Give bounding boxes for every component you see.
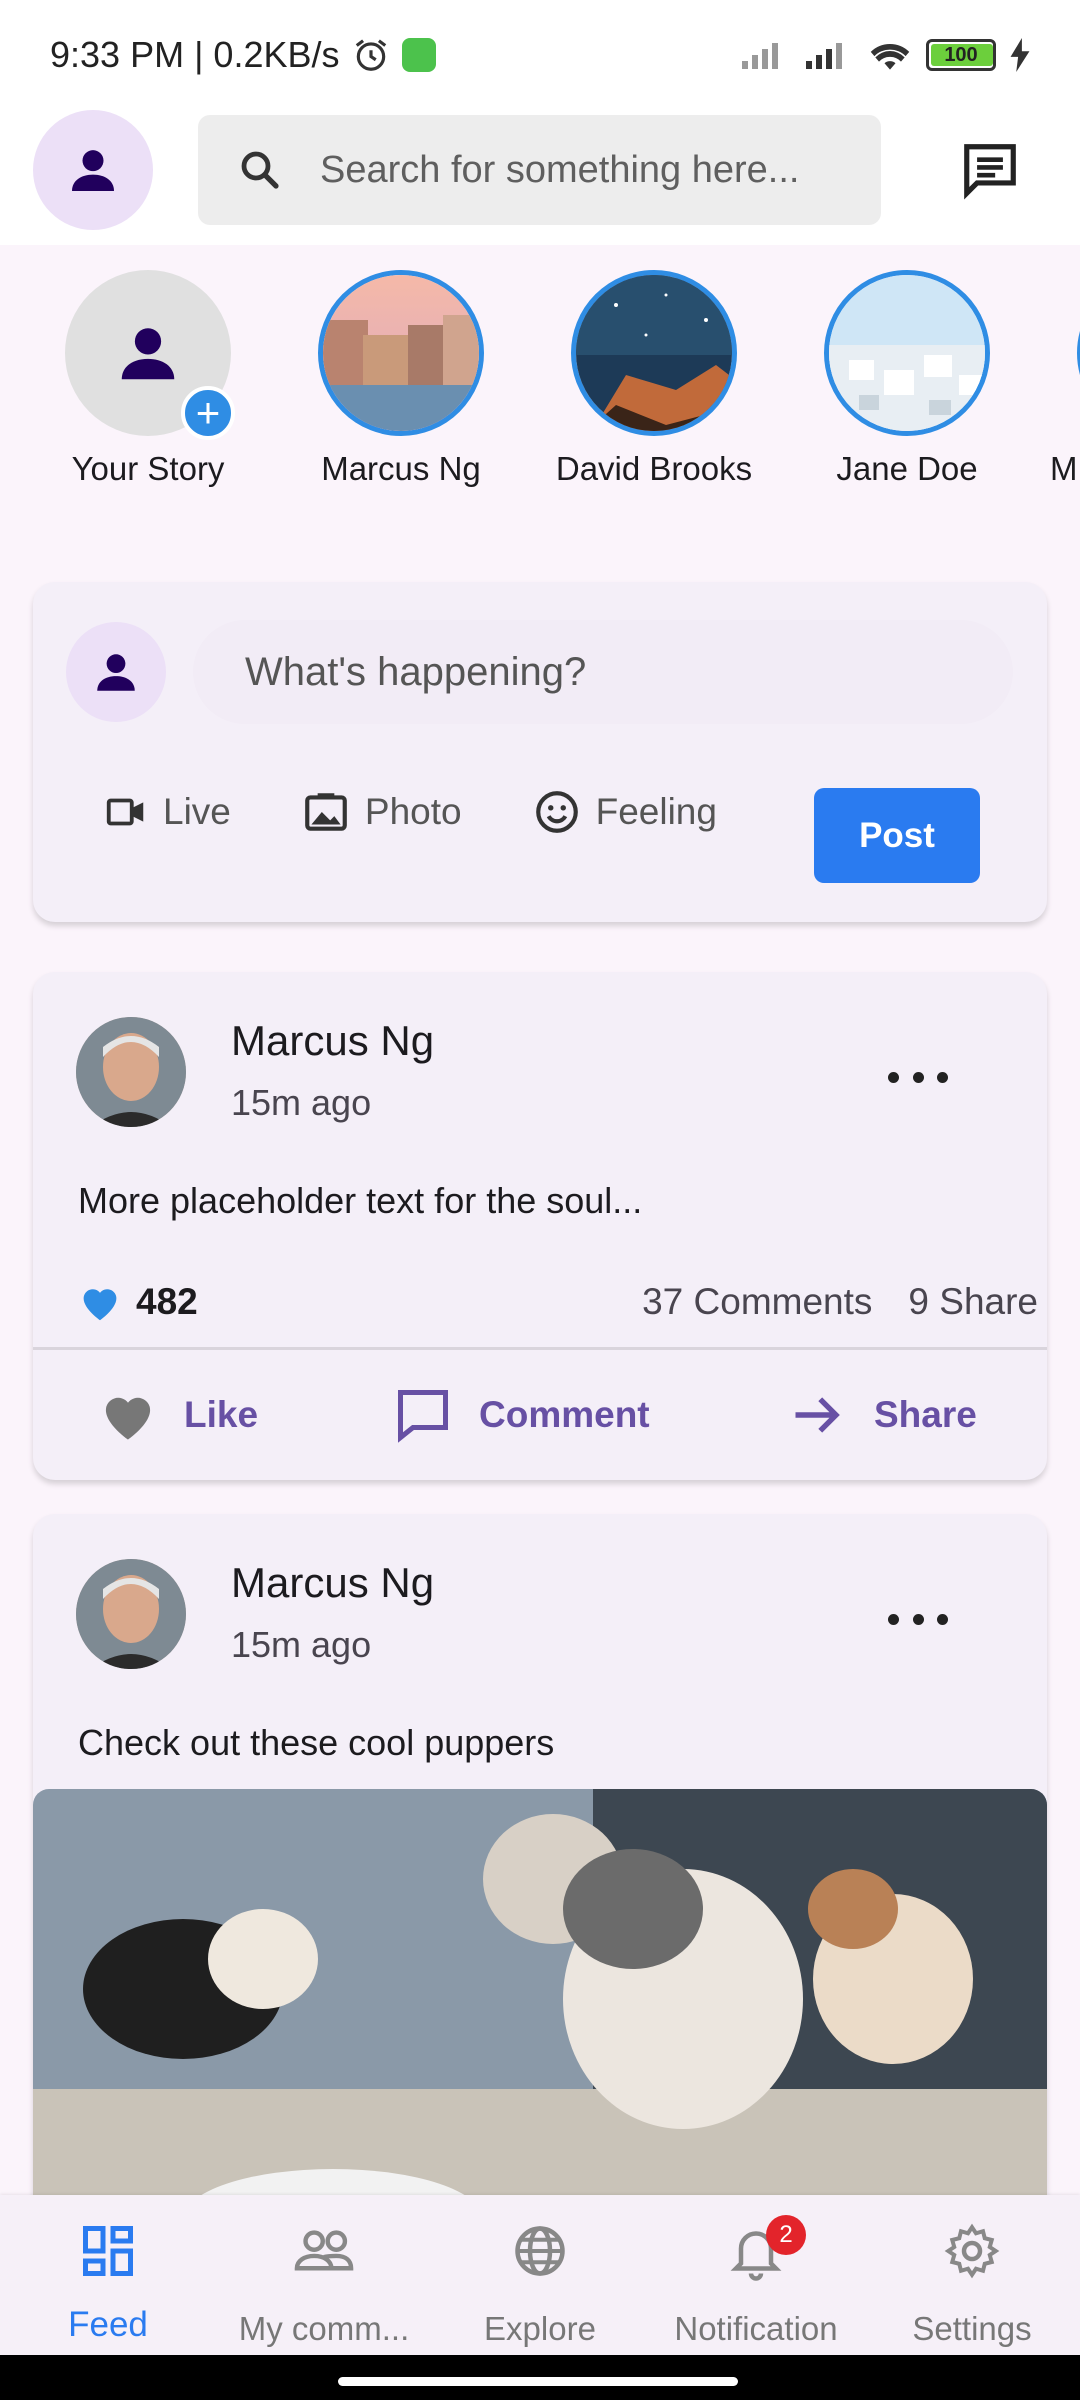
top-app-bar (0, 110, 1080, 245)
post-composer: What's happening? Live Photo Feeling Pos… (33, 582, 1047, 922)
people-icon (294, 2230, 354, 2271)
post-timestamp: 15m ago (231, 1082, 372, 1123)
arrow-right-icon (795, 1397, 840, 1433)
gear-icon (944, 2223, 1000, 2279)
composer-avatar (66, 622, 166, 722)
post-image[interactable] (33, 1789, 1047, 2219)
story-marcus-ng[interactable]: Marcus Ng (281, 270, 521, 488)
nav-label: My comm... (238, 2310, 410, 2347)
person-icon (121, 328, 175, 380)
live-label: Live (163, 791, 231, 832)
nav-notification[interactable]: 2 Notification (648, 2195, 864, 2355)
story-avatar (318, 270, 484, 436)
comment-label: Comment (479, 1394, 650, 1435)
live-button[interactable]: Live (103, 789, 231, 835)
signal-icon (742, 43, 778, 69)
story-your-story[interactable]: + Your Story (28, 270, 268, 488)
composer-input[interactable]: What's happening? (193, 620, 1013, 724)
more-options-icon[interactable] (888, 1604, 948, 1634)
share-button[interactable]: Share (788, 1388, 977, 1442)
story-name: David Brooks (555, 450, 753, 487)
messages-button[interactable] (955, 135, 1025, 205)
post-button[interactable]: Post (814, 788, 980, 883)
smiley-icon (535, 791, 578, 833)
story-name: Your Story (71, 450, 225, 487)
home-indicator[interactable] (338, 2377, 738, 2386)
bottom-navigation: Feed My comm... Explore 2 Notification S… (0, 2195, 1080, 2355)
story-name: Jane Doe (836, 450, 978, 487)
story-partial[interactable]: M (1040, 270, 1080, 488)
like-button[interactable]: Like (98, 1388, 258, 1442)
nav-settings[interactable]: Settings (864, 2195, 1080, 2355)
nav-label: Notification (674, 2310, 838, 2347)
charging-icon (1010, 38, 1030, 72)
feeling-label: Feeling (595, 791, 717, 832)
story-avatar (571, 270, 737, 436)
puppies-photo (33, 1789, 1047, 2219)
globe-icon (515, 2226, 565, 2276)
story-jane-doe[interactable]: Jane Doe (787, 270, 1027, 488)
author-avatar[interactable] (76, 1559, 186, 1669)
post-timestamp: 15m ago (231, 1624, 372, 1665)
stories-row: + Your Story Marcus Ng David Brooks Jane… (0, 245, 1080, 545)
share-label: Share (874, 1394, 977, 1435)
story-name: M (1050, 450, 1078, 487)
photo-icon (305, 793, 347, 831)
santorini-story-image (829, 275, 985, 431)
person-icon (97, 654, 135, 691)
nav-label: Settings (912, 2310, 1032, 2347)
dashboard-icon (83, 2226, 133, 2276)
status-time: 9:33 PM | 0.2KB/s (50, 34, 340, 75)
post-author[interactable]: Marcus Ng (231, 1017, 434, 1065)
like-label: Like (184, 1394, 259, 1435)
post-stats: 482 37 Comments 9 Share (78, 1272, 1038, 1332)
comment-count[interactable]: 37 Comments (642, 1281, 872, 1323)
status-bar: 9:33 PM | 0.2KB/s 100 (0, 0, 1080, 110)
wifi-icon (870, 44, 910, 70)
share-count[interactable]: 9 Share (908, 1281, 1038, 1323)
author-photo (76, 1017, 186, 1127)
nav-explore[interactable]: Explore (432, 2195, 648, 2355)
story-avatar (824, 270, 990, 436)
search-input[interactable] (320, 148, 840, 192)
notification-badge: 2 (766, 2215, 806, 2255)
chat-icon (964, 144, 1016, 200)
gesture-bar (0, 2355, 1080, 2400)
post-card: Marcus Ng 15m ago More placeholder text … (33, 972, 1047, 1480)
nav-label: Explore (484, 2310, 596, 2347)
more-options-icon[interactable] (888, 1062, 948, 1092)
photo-button[interactable]: Photo (301, 787, 462, 837)
nav-my-communities[interactable]: My comm... (216, 2195, 432, 2355)
heart-icon (105, 1397, 151, 1440)
comment-icon (398, 1390, 448, 1443)
post-text: Check out these cool puppers (78, 1722, 555, 1763)
battery-icon: 100 (926, 39, 996, 71)
search-bar[interactable] (198, 115, 881, 225)
profile-avatar-button[interactable] (33, 110, 153, 230)
author-avatar[interactable] (76, 1017, 186, 1127)
search-icon (241, 151, 279, 189)
nav-feed[interactable]: Feed (0, 2195, 216, 2355)
video-camera-icon (106, 798, 144, 826)
post-author[interactable]: Marcus Ng (231, 1559, 434, 1607)
feeling-button[interactable]: Feeling (532, 787, 717, 837)
like-count: 482 (136, 1281, 198, 1322)
nav-label: Feed (68, 2305, 148, 2344)
comment-button[interactable]: Comment (393, 1385, 650, 1445)
signal-icon (806, 43, 842, 69)
story-name: Marcus Ng (321, 450, 481, 487)
story-avatar: + (65, 270, 235, 440)
blue-heart-icon (83, 1289, 117, 1321)
night-sky-story-image (576, 275, 732, 431)
author-photo (76, 1559, 186, 1669)
post-text: More placeholder text for the soul... (78, 1180, 643, 1221)
photo-label: Photo (364, 791, 462, 832)
add-story-icon[interactable]: + (181, 386, 235, 440)
venice-story-image (323, 275, 479, 431)
story-david-brooks[interactable]: David Brooks (534, 270, 774, 488)
alarm-icon (355, 39, 386, 71)
android-notification-icon (401, 38, 436, 72)
person-icon (72, 150, 114, 191)
